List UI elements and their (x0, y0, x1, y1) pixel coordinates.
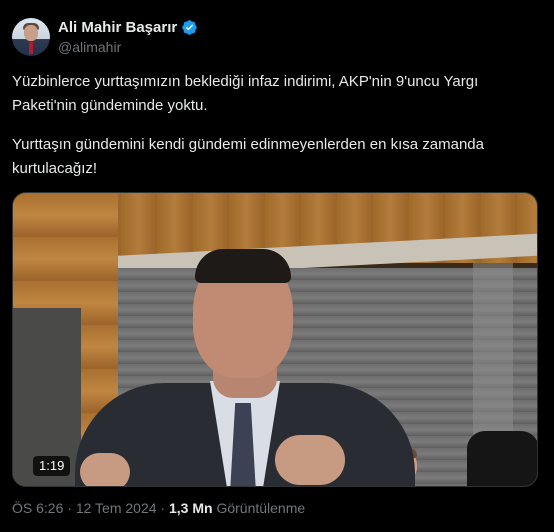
meta-separator: · (63, 500, 76, 516)
author-name[interactable]: Ali Mahir Başarır (58, 19, 177, 36)
views-label: Görüntülenme (212, 500, 306, 516)
author-name-row: Ali Mahir Başarır (58, 19, 198, 36)
tweet-paragraph-1: Yüzbinlerce yurttaşımızın beklediği infa… (12, 73, 479, 114)
tweet-date[interactable]: 12 Tem 2024 (76, 500, 157, 516)
tweet-paragraph-2: Yurttaşın gündemini kendi gündemi edinme… (12, 136, 484, 177)
avatar[interactable] (12, 18, 50, 56)
video-duration-badge: 1:19 (33, 456, 71, 476)
tweet-time[interactable]: ÖS 6:26 (12, 500, 63, 516)
tweet-header: Ali Mahir Başarır @alimahir (12, 18, 542, 60)
tweet-text: Yüzbinlerce yurttaşımızın beklediği infa… (12, 70, 532, 181)
verified-badge-icon (182, 20, 197, 35)
tweet-meta: ÖS 6:26 · 12 Tem 2024 · 1,3 Mn Görüntüle… (12, 500, 305, 516)
views-count: 1,3 Mn (168, 500, 213, 516)
meta-separator: · (156, 500, 169, 516)
author-handle[interactable]: @alimahir (58, 39, 121, 55)
video-player[interactable]: 1:19 (12, 192, 538, 487)
video-frame-speaker (75, 249, 415, 486)
